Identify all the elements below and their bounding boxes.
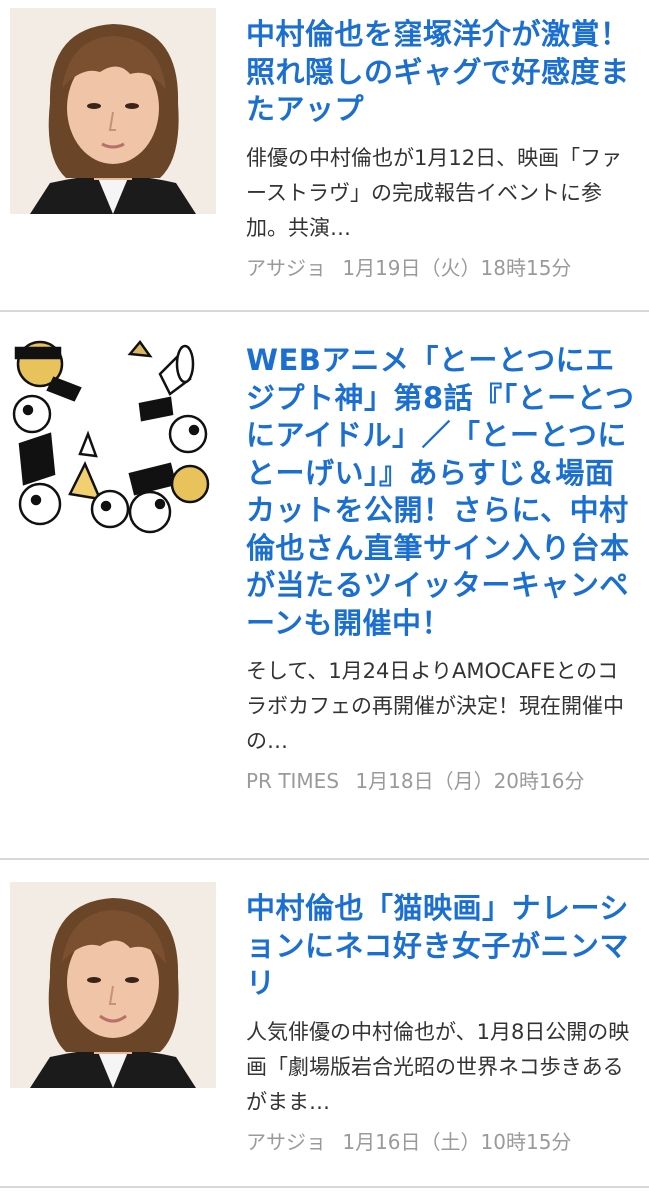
article-date: 1月16日（土）10時15分 (342, 1129, 572, 1154)
article-source: PR TIMES (246, 769, 340, 793)
anime-illustration-icon (10, 334, 216, 540)
article-title[interactable]: 中村倫也を窪塚洋介が激賞！照れ隠しのギャグで好感度またアップ (246, 16, 635, 129)
article-source: アサジョ (246, 255, 326, 280)
article-thumbnail[interactable] (10, 882, 216, 1088)
article-snippet: そして、1月24日よりAMOCAFEとのコラボカフェの再開催が決定！現在開催中の… (246, 659, 624, 753)
article-meta: アサジョ 1月16日（土）10時15分 (246, 1126, 635, 1158)
article-thumbnail[interactable] (10, 334, 216, 540)
article-meta: アサジョ 1月19日（火）18時15分 (246, 252, 635, 284)
article-date: 1月18日（月）20時16分 (355, 769, 585, 793)
article-title[interactable]: WEBアニメ「とーとつにエジプト神」第8話『「とーとつにアイドル」／「とーとつに… (246, 342, 635, 642)
article-date: 1月19日（火）18時15分 (342, 255, 572, 280)
portrait-photo-icon (10, 8, 216, 214)
article-snippet: 人気俳優の中村倫也が、1月8日公開の映画「劇場版岩合光昭の世界ネコ歩きあるがまま… (246, 1019, 630, 1114)
article-title[interactable]: 中村倫也「猫映画」ナレーションにネコ好き女子がニンマリ (246, 890, 635, 1003)
article-snippet: 俳優の中村倫也が1月12日、映画「ファーストラヴ」の完成報告イベントに参加。共演… (246, 145, 623, 240)
article-item[interactable]: WEBアニメ「とーとつにエジプト神」第8話『「とーとつにアイドル」／「とーとつに… (0, 312, 649, 860)
article-content: 中村倫也を窪塚洋介が激賞！照れ隠しのギャグで好感度またアップ 俳優の中村倫也が1… (246, 8, 635, 310)
article-content: 中村倫也「猫映画」ナレーションにネコ好き女子がニンマリ 人気俳優の中村倫也が、1… (246, 882, 635, 1186)
article-content: WEBアニメ「とーとつにエジプト神」第8話『「とーとつにアイドル」／「とーとつに… (246, 334, 635, 858)
article-meta: PR TIMES 1月18日（月）20時16分 (246, 765, 635, 797)
portrait-photo-icon (10, 882, 216, 1088)
article-thumbnail[interactable] (10, 8, 216, 214)
article-item[interactable]: 中村倫也「猫映画」ナレーションにネコ好き女子がニンマリ 人気俳優の中村倫也が、1… (0, 860, 649, 1188)
news-feed: 中村倫也を窪塚洋介が激賞！照れ隠しのギャグで好感度またアップ 俳優の中村倫也が1… (0, 0, 649, 1188)
article-source: アサジョ (246, 1129, 326, 1154)
article-item[interactable]: 中村倫也を窪塚洋介が激賞！照れ隠しのギャグで好感度またアップ 俳優の中村倫也が1… (0, 0, 649, 312)
